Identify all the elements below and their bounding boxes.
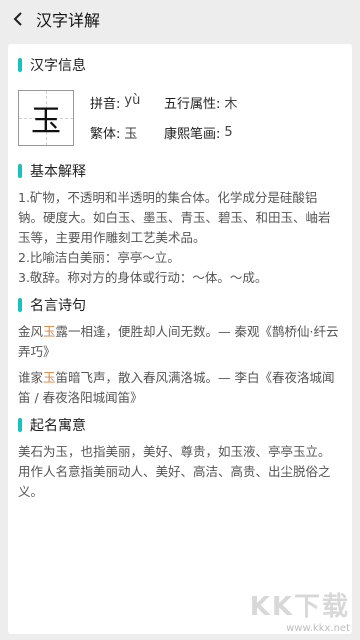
section-header-naming: 起名寓意 (18, 414, 342, 436)
character-grid-box: 玉 (18, 90, 74, 146)
strokes-value: 5 (224, 124, 233, 140)
back-button[interactable] (0, 0, 36, 38)
wuxing-value: 木 (224, 96, 238, 112)
section-accent-bar (18, 164, 22, 178)
pinyin-value: yù (124, 92, 141, 108)
section-title: 汉字信息 (30, 58, 86, 74)
traditional-label: 繁体: (90, 126, 121, 142)
explanation-line: 2.比喻洁白美丽：亭亭～立。 (18, 250, 180, 265)
explanation-line: 3.敬辞。称对方的身体或行动：～体。～成。 (18, 270, 268, 285)
wuxing-label: 五行属性: (164, 96, 221, 112)
traditional-value: 玉 (124, 126, 138, 142)
top-bar: 汉字详解 (0, 0, 360, 38)
section-header-basic: 基本解释 (18, 160, 342, 182)
page-title: 汉字详解 (36, 11, 101, 30)
basic-explanation: 1.矿物，不透明和半透明的集合体。化学成分是硅酸铝钠。硬度大。如白玉、墨玉、青玉… (18, 188, 342, 288)
strokes-label: 康熙笔画: (164, 126, 221, 142)
quote-item: 谁家玉笛暗飞声，散入春风满洛城。— 李白《春夜洛城闻笛 / 春夜洛阳城闻笛》 (18, 370, 335, 405)
highlighted-character: 玉 (43, 324, 56, 339)
section-title: 基本解释 (30, 164, 86, 180)
naming-meaning: 美石为玉，也指美丽，美好、尊贵，如玉液、亭亭玉立。用作人名意指美丽动人、美好、高… (18, 444, 331, 499)
character-glyph: 玉 (31, 104, 61, 139)
section-header-quotes: 名言诗句 (18, 294, 342, 316)
section-accent-bar (18, 298, 22, 312)
watermark: KK下载 www.kkx.net (250, 586, 350, 634)
char-info-row: 玉 拼音: yù 五行属性: 木 繁体: 玉 康熙笔画: 5 (18, 90, 342, 152)
char-attributes: 拼音: yù 五行属性: 木 繁体: 玉 康熙笔画: 5 (90, 92, 237, 152)
explanation-line: 1.矿物，不透明和半透明的集合体。化学成分是硅酸铝钠。硬度大。如白玉、墨玉、青玉… (18, 190, 331, 245)
section-accent-bar (18, 418, 22, 432)
chevron-left-icon (13, 12, 22, 26)
highlighted-character: 玉 (43, 370, 56, 385)
detail-card: 汉字信息 玉 拼音: yù 五行属性: 木 繁体: 玉 康熙笔画: 5 基本解释… (8, 44, 352, 634)
section-title: 起名寓意 (30, 418, 86, 434)
section-accent-bar (18, 58, 22, 72)
watermark-logo: KK下载 (249, 592, 350, 622)
section-title: 名言诗句 (30, 298, 86, 314)
watermark-url: www.kkx.net (286, 623, 350, 634)
section-header-info: 汉字信息 (18, 54, 342, 76)
pinyin-label: 拼音: (90, 96, 121, 112)
quote-item: 金风玉露一相逢，便胜却人间无数。— 秦观《鹊桥仙·纤云弄巧》 (18, 324, 339, 359)
